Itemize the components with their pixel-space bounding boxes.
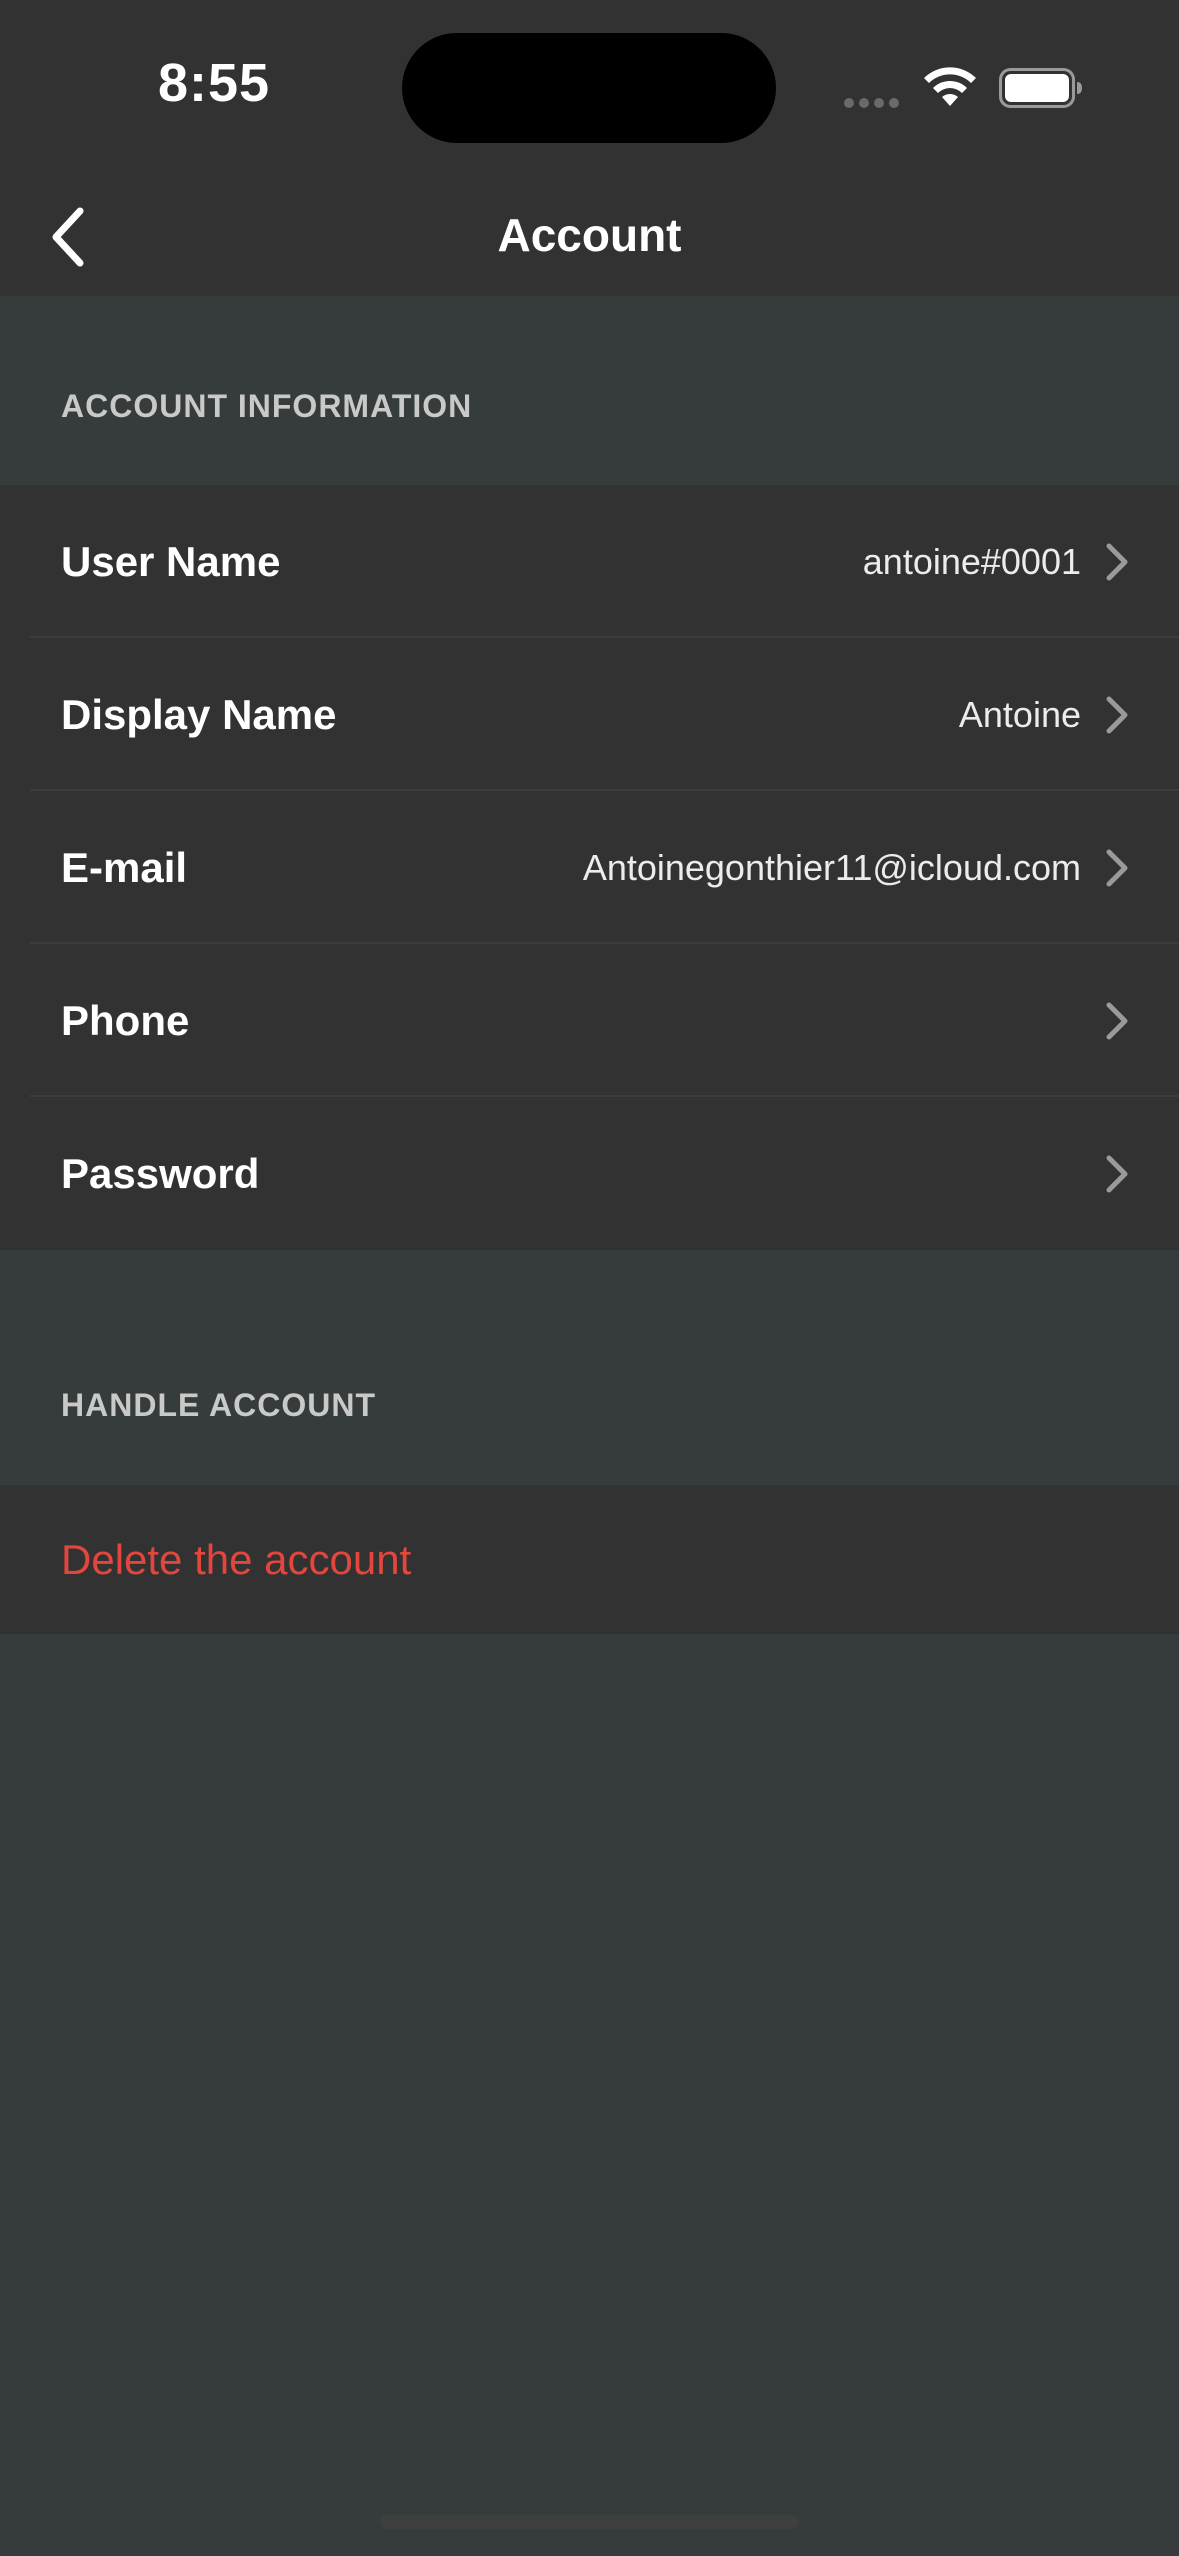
chevron-right-icon xyxy=(1106,1155,1128,1192)
page-title: Account xyxy=(497,209,682,261)
account-information-list: User Name antoine#0001 Display Name Anto… xyxy=(0,485,1179,1250)
phone-row[interactable]: Phone xyxy=(0,944,1179,1097)
row-label: Phone xyxy=(61,996,190,1044)
row-label: User Name xyxy=(61,537,281,585)
row-label: Password xyxy=(61,1149,260,1197)
chevron-right-icon xyxy=(1106,543,1128,580)
chevron-right-icon xyxy=(1106,849,1128,886)
section-header-handle-account: HANDLE ACCOUNT xyxy=(61,1387,377,1423)
status-bar: 8:55 xyxy=(0,0,1179,180)
chevron-right-icon xyxy=(1106,696,1128,733)
user-name-row[interactable]: User Name antoine#0001 xyxy=(0,485,1179,638)
handle-account-list: Delete the account xyxy=(0,1485,1179,1634)
delete-account-button[interactable]: Delete the account xyxy=(0,1485,1179,1634)
section-header-account-information: ACCOUNT INFORMATION xyxy=(61,388,473,424)
row-label: Display Name xyxy=(61,690,337,738)
wifi-icon xyxy=(924,67,976,106)
chevron-right-icon xyxy=(1106,1002,1128,1039)
row-value: Antoinegonthier11@icloud.com xyxy=(582,846,1081,888)
battery-icon xyxy=(999,68,1082,108)
dynamic-island xyxy=(402,33,776,143)
delete-account-label: Delete the account xyxy=(61,1535,412,1583)
row-label: E-mail xyxy=(61,843,188,891)
row-value: antoine#0001 xyxy=(862,540,1081,582)
home-indicator[interactable] xyxy=(380,2515,799,2529)
cellular-signal-icon xyxy=(844,95,904,108)
row-value: Antoine xyxy=(958,693,1081,735)
password-row[interactable]: Password xyxy=(0,1097,1179,1250)
status-time: 8:55 xyxy=(158,53,271,113)
email-row[interactable]: E-mail Antoinegonthier11@icloud.com xyxy=(0,791,1179,944)
display-name-row[interactable]: Display Name Antoine xyxy=(0,638,1179,791)
